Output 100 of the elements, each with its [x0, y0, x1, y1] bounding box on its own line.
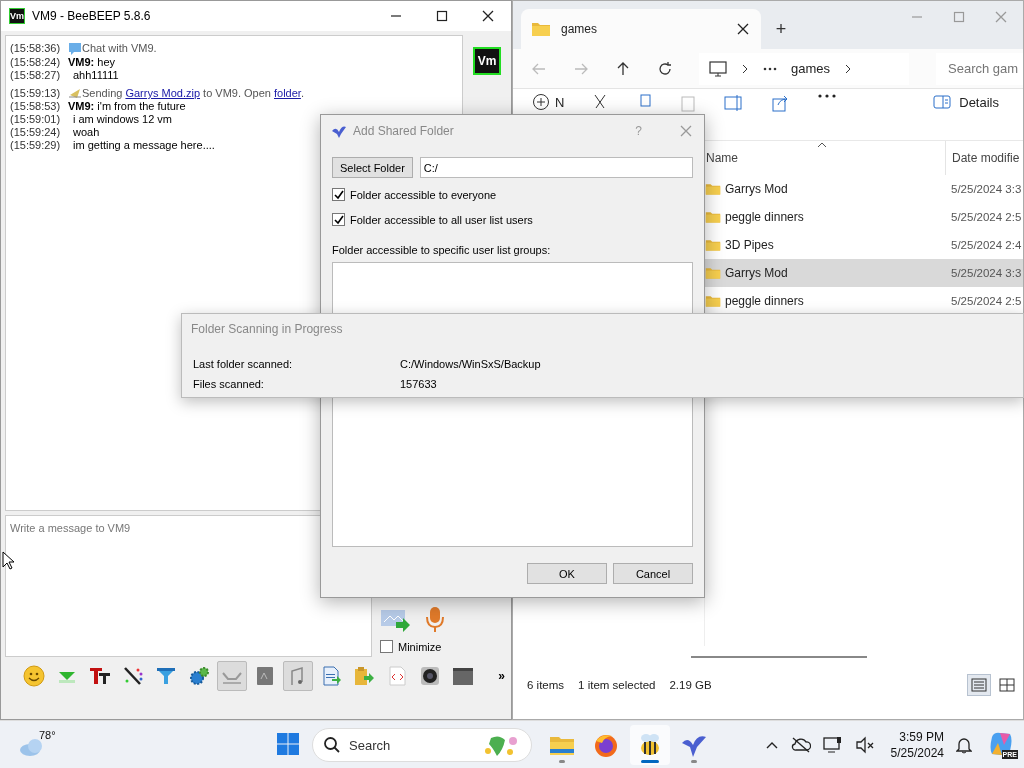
file-row[interactable]: peggle dinners 5/25/2024 2:5: [705, 287, 1023, 315]
check-icon: [333, 189, 344, 200]
user-avatar[interactable]: Vm: [473, 47, 501, 75]
file-name: peggle dinners: [725, 210, 804, 224]
checkbox[interactable]: [332, 213, 345, 226]
bell-icon[interactable]: [956, 736, 972, 754]
message-time: (15:58:24): [10, 56, 62, 69]
up-arrow-icon[interactable]: [615, 60, 631, 77]
details-button[interactable]: Details: [933, 94, 999, 110]
folder-icon: [705, 181, 721, 197]
more-tools-button[interactable]: »: [498, 669, 505, 683]
date-modified: 5/25/2024 2:4: [950, 239, 1022, 251]
chevron-icon: [844, 62, 853, 75]
folder-icon: [531, 20, 551, 38]
path-field[interactable]: C:/: [419, 157, 693, 178]
folder-icon: [705, 209, 721, 225]
field-label: Last folder scanned:: [193, 357, 294, 372]
microphone-icon[interactable]: [424, 606, 446, 634]
window-icon: [452, 665, 474, 687]
minimize-checkbox[interactable]: [380, 640, 393, 653]
speaker-muted-icon[interactable]: [854, 736, 875, 754]
selection-size: 2.19 GB: [669, 679, 712, 691]
speech-bubble-icon: [68, 42, 82, 56]
check-icon: [333, 214, 344, 225]
select-folder-button[interactable]: Select Folder: [332, 157, 413, 178]
message-time: (15:59:29): [10, 139, 62, 152]
file-name: 3D Pipes: [725, 238, 774, 252]
date-modified: 5/25/2024 2:5: [950, 211, 1022, 223]
search-field[interactable]: Search gam: [936, 52, 1023, 85]
search-field[interactable]: Search: [312, 728, 532, 762]
new-tab-button[interactable]: +: [761, 9, 801, 49]
funnel-icon: [155, 665, 177, 687]
dialog-button[interactable]: Cancel: [613, 563, 693, 584]
network-monitor-icon[interactable]: [822, 736, 843, 754]
more-icon[interactable]: [763, 66, 777, 71]
folder-tab[interactable]: games: [521, 9, 761, 49]
message-text: im getting a message here....: [72, 139, 215, 152]
column-header[interactable]: Date modifie: [945, 141, 1020, 175]
file-row[interactable]: 3D Pipes 5/25/2024 2:4: [705, 231, 1023, 259]
checkbox-label: Folder accessible to all user list users: [350, 213, 533, 226]
message-text: woah: [72, 126, 100, 139]
file-name: Garrys Mod: [725, 182, 788, 196]
date-modified: 5/25/2024 2:5: [950, 295, 1022, 307]
breadcrumb-item[interactable]: games: [791, 61, 831, 76]
message-time: (15:58:36): [10, 42, 62, 56]
clock-time[interactable]: 3:59 PM: [899, 729, 944, 745]
selection-info: 1 item selected: [578, 679, 656, 691]
close-icon[interactable]: [735, 21, 751, 37]
book-icon: [254, 665, 276, 687]
folder-icon: [705, 265, 721, 281]
checkbox-label: Folder accessible to everyone: [350, 188, 497, 201]
folder-icon: [705, 293, 721, 309]
more-icon[interactable]: [818, 94, 837, 98]
field-label: Files scanned:: [193, 377, 265, 392]
sort-caret-icon: [817, 141, 827, 149]
file-link[interactable]: folder: [274, 87, 301, 99]
column-header[interactable]: Name: [705, 151, 945, 165]
checkbox[interactable]: [332, 188, 345, 201]
cursor-icon: [2, 551, 14, 570]
file-name: peggle dinners: [725, 294, 804, 308]
taskbar-app[interactable]: [630, 725, 670, 765]
rename-icon[interactable]: [724, 94, 745, 112]
field-value: C:/Windows/WinSxS/Backup: [400, 357, 542, 372]
chevron-icon: [741, 62, 749, 75]
message-input[interactable]: Write a message to VM9: [5, 515, 372, 657]
message-text: i am windows 12 vm: [72, 113, 173, 126]
dialog-button[interactable]: OK: [527, 563, 607, 584]
message-text: Chat with VM9.: [82, 42, 157, 56]
file-row[interactable]: peggle dinners 5/25/2024 2:5: [705, 203, 1023, 231]
address-bar[interactable]: games: [699, 52, 909, 85]
chevron-up-icon[interactable]: [764, 740, 779, 750]
date-modified: 5/25/2024 3:3: [950, 267, 1022, 279]
code-file-icon: [386, 665, 408, 687]
maximize-icon[interactable]: [434, 8, 450, 24]
start-icon[interactable]: [276, 731, 300, 756]
window-title: VM9 - BeeBEEP 5.8.6: [32, 9, 152, 23]
monitor-icon: [709, 60, 727, 77]
plus-circle-icon: [533, 94, 549, 110]
file-link[interactable]: Garrys Mod.zip: [125, 87, 200, 99]
pen-palette-icon: [122, 665, 144, 687]
file-row[interactable]: Garrys Mod 5/25/2024 3:3: [705, 259, 1023, 287]
details-pane-icon: [933, 94, 952, 110]
weather-temperature[interactable]: 78°: [39, 729, 56, 741]
cloud-off-icon[interactable]: [790, 737, 811, 753]
groups-label: Folder accessible to specific user list groups:: [332, 244, 552, 256]
field-value: 157633: [400, 377, 438, 392]
message-time: (15:59:01): [10, 113, 62, 126]
message-text: VM9: i'm from the future: [68, 100, 186, 113]
new-button[interactable]: N: [533, 94, 565, 110]
message-text: ahh11111: [72, 69, 119, 82]
close-icon[interactable]: [480, 8, 496, 24]
tiles-view-icon: [998, 676, 1016, 694]
view-button[interactable]: [967, 674, 991, 696]
message-text: VM9: hey: [68, 56, 116, 69]
file-row[interactable]: Garrys Mod 5/25/2024 3:3: [705, 175, 1023, 203]
clock-date[interactable]: 5/25/2024: [890, 745, 944, 761]
search-icon: [323, 736, 341, 754]
scrollbar-thumb[interactable]: [691, 656, 867, 658]
refresh-icon[interactable]: [657, 60, 673, 77]
camera-icon: [419, 665, 441, 687]
